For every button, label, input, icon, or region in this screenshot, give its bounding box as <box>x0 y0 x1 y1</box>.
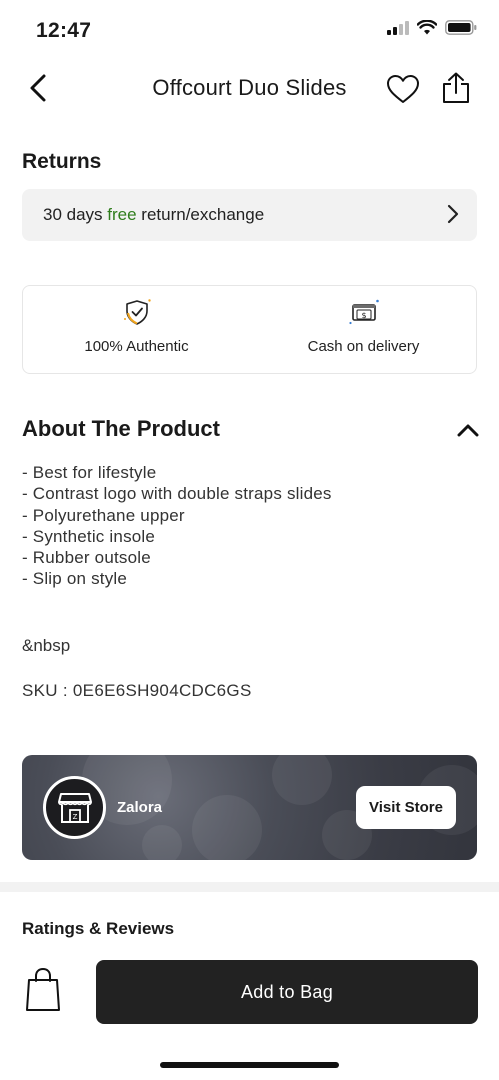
description-line: - Slip on style <box>22 569 128 589</box>
share-icon <box>443 72 469 103</box>
badge-authentic-label: 100% Authentic <box>84 338 189 355</box>
description-line: - Polyurethane upper <box>22 505 185 525</box>
trust-badges: 100% Authentic $ Cash on delivery <box>22 285 477 374</box>
nav-bar: Offcourt Duo Slides <box>0 60 499 120</box>
description-line: - Best for lifestyle <box>22 463 157 482</box>
signal-icon <box>387 20 409 35</box>
status-time: 12:47 <box>36 19 92 42</box>
chevron-up-icon <box>457 424 479 437</box>
storefront-icon: Z <box>57 792 92 823</box>
shield-check-icon <box>123 299 151 325</box>
product-sku: SKU : 0E6E6SH904CDC6GS <box>22 681 252 700</box>
add-to-bag-button[interactable]: Add to Bag <box>96 960 478 1024</box>
about-heading: About The Product <box>22 416 220 441</box>
returns-heading: Returns <box>22 150 102 173</box>
bottom-action-bar: Add to Bag <box>0 945 499 1080</box>
share-button[interactable] <box>437 68 475 108</box>
description-line: - Rubber outsole <box>22 548 151 568</box>
page-title: Offcourt Duo Slides <box>152 75 347 100</box>
shopping-bag-icon[interactable] <box>24 967 62 1013</box>
visit-store-button[interactable]: Visit Store <box>356 786 456 829</box>
collapse-about-button[interactable] <box>454 418 482 442</box>
returns-prefix: 30 days <box>43 205 108 224</box>
wifi-icon <box>417 20 437 35</box>
badge-cod-label: Cash on delivery <box>307 338 420 355</box>
description-extra: &nbsp <box>22 636 71 655</box>
badge-cod: $ Cash on delivery <box>250 286 477 375</box>
store-name: Zalora <box>117 799 163 816</box>
returns-policy-row[interactable]: 30 days free return/exchange <box>22 189 477 241</box>
status-bar: 12:47 <box>0 0 499 60</box>
product-description: - Best for lifestyle - Contrast logo wit… <box>22 462 332 590</box>
section-divider <box>0 882 499 892</box>
returns-suffix: return/exchange <box>136 205 265 224</box>
badge-authentic: 100% Authentic <box>23 286 250 375</box>
battery-icon <box>445 20 477 35</box>
cash-icon: $ <box>348 299 379 325</box>
chevron-right-icon <box>447 204 459 224</box>
wishlist-button[interactable] <box>384 70 422 108</box>
home-indicator <box>160 1062 339 1068</box>
returns-policy-text: 30 days free return/exchange <box>43 205 264 225</box>
description-line: - Contrast logo with double straps slide… <box>22 484 332 504</box>
description-line: - Synthetic insole <box>22 526 156 546</box>
store-logo: Z <box>43 776 106 839</box>
heart-icon <box>387 75 419 103</box>
ratings-heading: Ratings & Reviews <box>22 919 175 938</box>
svg-text:Z: Z <box>72 813 77 821</box>
store-banner[interactable]: Z Zalora Visit Store <box>22 755 477 860</box>
returns-free-label: free <box>107 205 137 224</box>
status-icons <box>387 20 477 35</box>
